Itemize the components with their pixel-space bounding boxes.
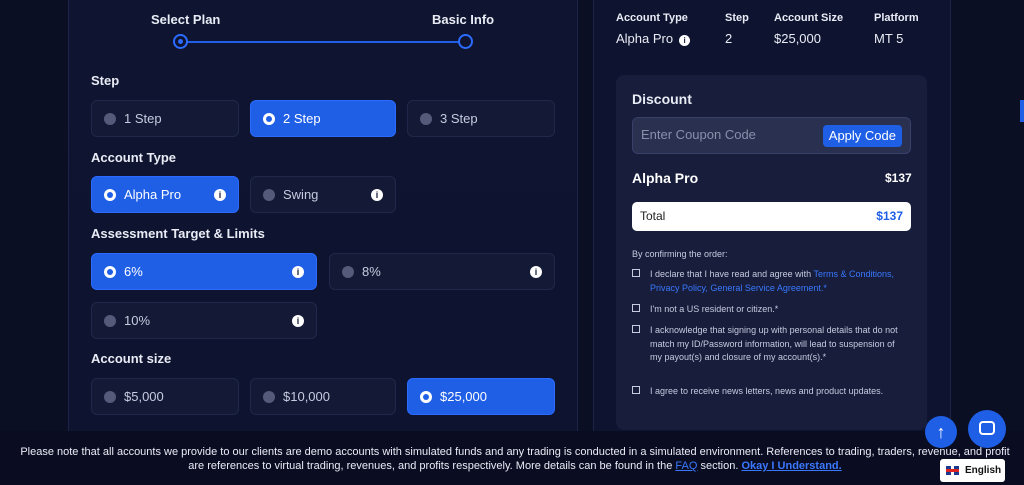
size-option-5000[interactable]: $5,000 (91, 378, 239, 415)
progress-dot-select-plan (173, 34, 188, 49)
summary-header-account-type: Account Type (616, 12, 688, 24)
step-section-title: Step (91, 73, 120, 88)
summary-value-account-size: $25,000 (774, 31, 821, 46)
newsletter-checkbox-row: I agree to receive news letters, news an… (632, 385, 908, 399)
us-resident-text: I'm not a US resident or citizen.* (650, 304, 779, 314)
option-label: 8% (362, 264, 381, 279)
info-icon[interactable]: i (292, 266, 304, 278)
demo-notice-text: Please note that all accounts we provide… (20, 445, 1010, 473)
okay-understand-link[interactable]: Okay I Understand. (741, 460, 841, 472)
terms-text: I declare that I have read and agree wit… (650, 269, 814, 279)
option-label: $5,000 (124, 389, 164, 404)
plan-price: $137 (885, 171, 912, 185)
radio-icon (104, 314, 116, 327)
scroll-to-top-button[interactable]: ↑ (925, 416, 957, 448)
account-size-section-title: Account size (91, 351, 172, 366)
arrow-up-icon: ↑ (936, 422, 946, 442)
progress-line (180, 41, 466, 43)
radio-icon (104, 390, 116, 403)
summary-value-platform: MT 5 (874, 31, 904, 46)
language-label: English (965, 465, 1002, 476)
language-selector[interactable]: English (940, 459, 1005, 482)
option-label: 6% (124, 264, 143, 279)
total-box: Total $137 (632, 202, 911, 231)
option-label: 3 Step (440, 111, 478, 126)
info-icon[interactable]: i (679, 35, 691, 46)
uk-flag-icon (946, 466, 959, 475)
coupon-field: Apply Code (632, 117, 911, 154)
newsletter-checkbox[interactable] (632, 386, 640, 394)
acknowledge-checkbox-row: I acknowledge that signing up with perso… (632, 324, 908, 365)
account-type-swing[interactable]: Swing i (250, 176, 396, 213)
us-resident-checkbox-row: I'm not a US resident or citizen.* (632, 303, 908, 317)
radio-selected-icon (104, 265, 116, 278)
option-label: $25,000 (440, 389, 487, 404)
size-option-25000[interactable]: $25,000 (407, 378, 555, 415)
radio-selected-icon (420, 390, 432, 403)
radio-icon (342, 265, 354, 278)
radio-icon (263, 188, 275, 201)
radio-selected-icon (263, 112, 275, 125)
us-resident-checkbox[interactable] (632, 304, 640, 312)
total-label: Total (640, 209, 666, 223)
plan-name: Alpha Pro (632, 170, 699, 186)
total-value: $137 (876, 209, 903, 223)
account-type-section-title: Account Type (91, 150, 176, 165)
acknowledge-checkbox[interactable] (632, 325, 640, 333)
terms-checkbox-row: I declare that I have read and agree wit… (632, 268, 908, 295)
info-icon[interactable]: i (371, 189, 383, 201)
coupon-input[interactable] (641, 127, 811, 142)
radio-icon (104, 112, 116, 125)
chat-button[interactable] (968, 410, 1006, 448)
info-icon[interactable]: i (214, 189, 226, 201)
apply-code-button[interactable]: Apply Code (822, 125, 902, 147)
radio-icon (263, 390, 275, 403)
acknowledge-text: I acknowledge that signing up with perso… (650, 325, 898, 362)
option-label: $10,000 (283, 389, 330, 404)
summary-account-type-text: Alpha Pro (616, 31, 674, 46)
info-icon[interactable]: i (530, 266, 542, 278)
progress-step-select-plan: Select Plan (151, 12, 221, 27)
step-option-1[interactable]: 1 Step (91, 100, 239, 137)
discount-title: Discount (632, 91, 692, 107)
radio-icon (420, 112, 432, 125)
summary-header-step: Step (725, 12, 749, 24)
newsletter-text: I agree to receive news letters, news an… (650, 386, 884, 396)
summary-header-account-size: Account Size (774, 12, 844, 24)
radio-selected-icon (104, 188, 116, 201)
assessment-option-10[interactable]: 10% i (91, 302, 317, 339)
chat-icon (979, 421, 995, 435)
assessment-option-8[interactable]: 8% i (329, 253, 555, 290)
notice-body: Please note that all accounts we provide… (20, 446, 1010, 472)
option-label: Swing (283, 187, 319, 202)
assessment-option-6[interactable]: 6% i (91, 253, 317, 290)
option-label: 10% (124, 313, 151, 328)
progress-step-basic-info: Basic Info (432, 12, 495, 27)
step-option-2[interactable]: 2 Step (250, 100, 396, 137)
option-label: Alpha Pro (124, 187, 182, 202)
option-label: 2 Step (283, 111, 321, 126)
summary-value-step: 2 (725, 31, 733, 46)
page-scrollbar-thumb[interactable] (1020, 100, 1024, 122)
summary-header-platform: Platform (874, 12, 919, 24)
summary-value-account-type: Alpha Pro i (616, 31, 691, 46)
assessment-section-title: Assessment Target & Limits (91, 226, 265, 241)
terms-checkbox[interactable] (632, 269, 640, 277)
info-icon[interactable]: i (292, 315, 304, 327)
progress-dot-basic-info (458, 34, 473, 49)
size-option-10000[interactable]: $10,000 (250, 378, 396, 415)
faq-link[interactable]: FAQ (675, 460, 697, 472)
step-option-3[interactable]: 3 Step (407, 100, 555, 137)
option-label: 1 Step (124, 111, 162, 126)
confirm-intro: By confirming the order: (632, 249, 728, 259)
account-type-alpha-pro[interactable]: Alpha Pro i (91, 176, 239, 213)
notice-section-text: section. (697, 460, 742, 472)
